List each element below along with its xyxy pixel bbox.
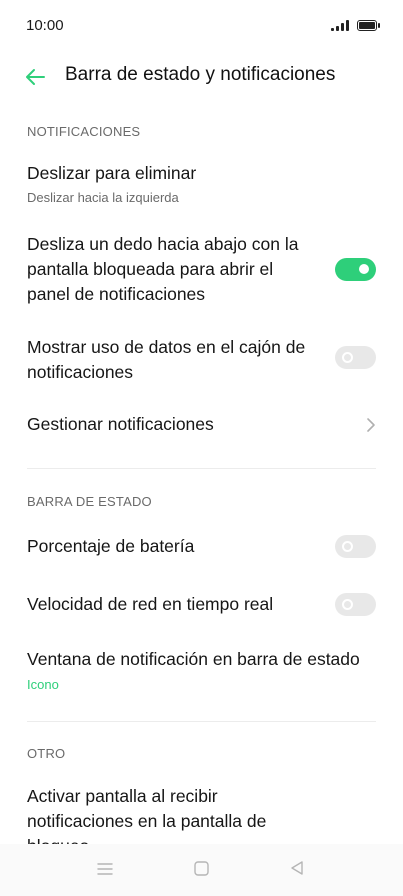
swipe-subtitle: Deslizar hacia la izquierda — [27, 190, 179, 205]
divider — [27, 468, 376, 469]
battery-icon — [357, 19, 380, 31]
network-speed-toggle[interactable] — [335, 593, 376, 616]
page-title: Barra de estado y notificaciones — [65, 64, 336, 85]
divider — [27, 721, 376, 722]
status-time: 10:00 — [26, 17, 64, 34]
swipe-title: Deslizar para eliminar — [27, 163, 197, 183]
section-label-status-bar: BARRA DE ESTADO — [27, 494, 152, 509]
speed-title: Velocidad de red en tiempo real — [27, 594, 274, 614]
chevron-right-icon — [366, 417, 376, 433]
manage-notifications-row[interactable]: Gestionar notificaciones — [0, 410, 403, 440]
pulldown-toggle[interactable] — [335, 258, 376, 281]
navigation-bar — [0, 844, 403, 896]
back-arrow-icon[interactable] — [24, 66, 46, 88]
manage-title: Gestionar notificaciones — [27, 414, 214, 434]
signal-icon — [331, 19, 349, 31]
battery-title: Porcentaje de batería — [27, 536, 195, 556]
back-icon[interactable] — [289, 860, 305, 881]
section-label-other: OTRO — [27, 746, 66, 761]
data-usage-title: Mostrar uso de datos en el cajón de noti… — [27, 337, 306, 382]
battery-percentage-toggle[interactable] — [335, 535, 376, 558]
wake-screen-row[interactable]: Activar pantalla al recibir notificacion… — [0, 782, 403, 844]
menu-icon[interactable] — [97, 862, 113, 881]
notification-window-row[interactable]: Ventana de notificación en barra de esta… — [0, 645, 403, 697]
window-value: Icono — [27, 677, 59, 692]
data-usage-toggle[interactable] — [335, 346, 376, 369]
section-label-notifications: NOTIFICACIONES — [27, 124, 141, 139]
wake-title: Activar pantalla al recibir notificacion… — [27, 786, 267, 844]
window-title: Ventana de notificación en barra de esta… — [27, 649, 360, 669]
swipe-to-delete-row[interactable]: Deslizar para eliminar Deslizar hacia la… — [0, 158, 403, 212]
pulldown-title: Desliza un dedo hacia abajo con la panta… — [27, 234, 299, 304]
home-icon[interactable] — [194, 861, 209, 881]
status-icons — [331, 19, 380, 31]
